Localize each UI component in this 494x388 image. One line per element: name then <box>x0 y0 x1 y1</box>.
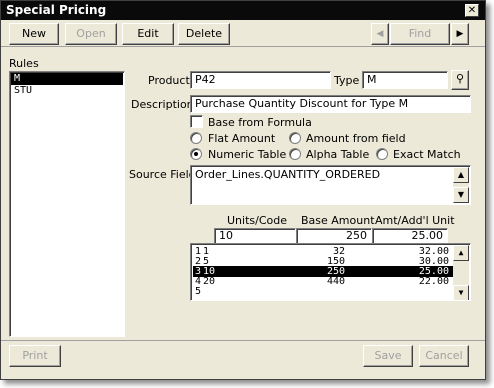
rule-item[interactable]: STU <box>11 85 123 97</box>
delete-button[interactable]: Delete <box>178 23 230 45</box>
type-field[interactable]: M <box>362 71 448 89</box>
title-bar: Special Pricing ✕ <box>1 1 485 20</box>
numeric-table-label: Numeric Table <box>208 148 287 161</box>
base-from-formula-checkbox[interactable] <box>190 115 203 128</box>
next-icon[interactable]: ▶ <box>451 23 469 45</box>
units-code-header: Units/Code <box>227 214 287 227</box>
radio-selected-dot <box>194 152 198 156</box>
flat-amount-label: Flat Amount <box>208 132 276 145</box>
print-button[interactable]: Print <box>9 345 61 367</box>
pricing-table[interactable]: 1 1 32 32.00 2 5 150 30.00 3 10 250 25.00 4 20 440 22.0… <box>190 243 471 301</box>
exact-match-radio[interactable] <box>376 148 388 160</box>
base-amount-edit[interactable]: 250 <box>296 228 372 244</box>
toolbar-divider <box>1 46 485 47</box>
edit-button[interactable]: Edit <box>122 23 174 45</box>
scroll-down-icon[interactable]: ▼ <box>453 285 469 300</box>
window-title: Special Pricing <box>6 3 107 17</box>
type-label: Type <box>334 74 360 87</box>
description-field[interactable]: Purchase Quantity Discount for Type M <box>190 95 471 113</box>
rules-list[interactable]: M STU <box>9 71 125 337</box>
source-field-textarea[interactable]: Order_Lines.QUANTITY_ORDERED ▲ ▼ <box>190 165 471 205</box>
scroll-up-icon[interactable]: ▲ <box>453 245 469 261</box>
amt-addl-unit-header: Amt/Add'l Unit <box>375 214 455 227</box>
amt-addl-unit-edit[interactable]: 25.00 <box>372 228 448 244</box>
lookup-button[interactable]: ⚲ <box>451 70 469 90</box>
flat-amount-radio[interactable] <box>190 132 202 144</box>
amount-from-field-label: Amount from field <box>306 132 406 145</box>
special-pricing-window: Special Pricing ✕ New Open Edit Delete ◀… <box>0 0 486 380</box>
close-icon[interactable]: ✕ <box>465 4 479 17</box>
rule-item[interactable]: M <box>11 73 123 85</box>
scroll-down-icon[interactable]: ▼ <box>453 187 469 203</box>
units-code-edit[interactable]: 10 <box>214 228 296 244</box>
previous-icon[interactable]: ◀ <box>371 23 389 45</box>
find-button[interactable]: Find <box>390 23 450 45</box>
base-from-formula-label: Base from Formula <box>208 116 312 129</box>
new-button[interactable]: New <box>9 23 59 45</box>
numeric-table-radio[interactable] <box>190 148 202 160</box>
product-field[interactable]: P42 <box>190 71 331 89</box>
base-amount-header: Base Amount <box>301 214 375 227</box>
table-row[interactable]: 5 <box>193 286 455 297</box>
open-button[interactable]: Open <box>65 23 117 45</box>
search-icon: ⚲ <box>455 72 465 85</box>
row-number: 5 <box>195 286 202 297</box>
source-field-scrollbar[interactable]: ▲ ▼ <box>453 167 469 203</box>
scroll-up-icon[interactable]: ▲ <box>453 167 469 183</box>
rules-label: Rules <box>9 57 39 70</box>
amount-from-field-radio[interactable] <box>289 132 301 144</box>
save-button[interactable]: Save <box>363 345 413 367</box>
cancel-button[interactable]: Cancel <box>419 345 469 367</box>
product-label: Product <box>148 74 190 87</box>
alpha-table-radio[interactable] <box>289 148 301 160</box>
table-scrollbar[interactable]: ▲ ▼ <box>453 245 469 300</box>
exact-match-label: Exact Match <box>393 148 461 161</box>
footer-divider <box>1 340 485 341</box>
source-field-label: Source Field <box>129 168 196 181</box>
alpha-table-label: Alpha Table <box>306 148 370 161</box>
description-label: Description <box>131 98 194 111</box>
source-field-value: Order_Lines.QUANTITY_ORDERED <box>195 168 381 181</box>
